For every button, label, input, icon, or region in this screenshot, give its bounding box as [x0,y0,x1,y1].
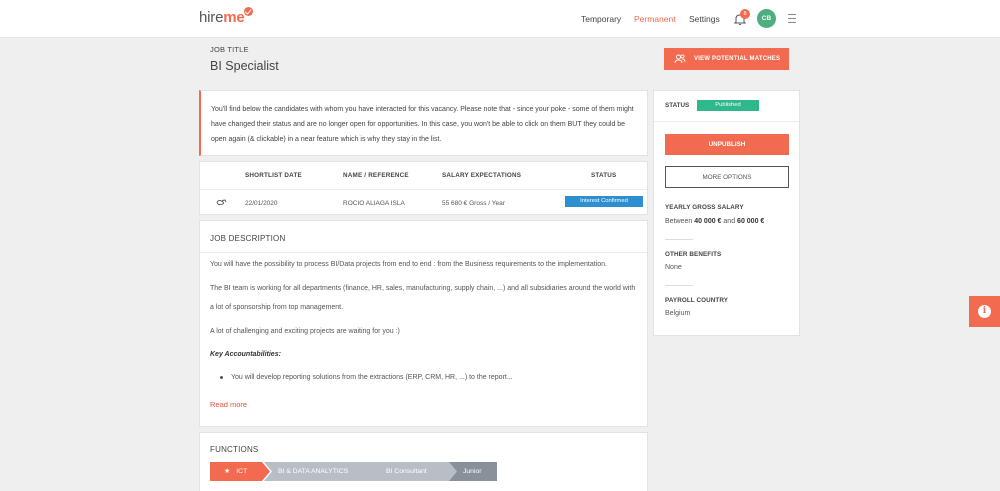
description-paragraph-2: The BI team is working for all departmen… [210,285,636,311]
yearly-gross-salary-value: Between 40 000 € and 60 000 € [665,218,764,225]
col-name-reference: NAME / REFERENCE [343,172,409,179]
vacancy-sidebar: STATUS Published UNPUBLISH MORE OPTIONS … [653,90,800,336]
status-label: STATUS [665,102,690,109]
salary-between: Between [665,218,693,225]
nav-temporary[interactable]: Temporary [581,14,621,24]
sidebar-divider [654,121,799,122]
logo-hire: hire [199,9,224,26]
col-salary-expectations: SALARY EXPECTATIONS [442,172,522,179]
top-navbar: hireme Temporary Permanent Settings 8 CB [0,0,1000,38]
candidates-notice: You'll find below the candidates with wh… [199,90,648,156]
function-ict: ★ ICT [210,462,270,481]
mini-divider [665,285,693,286]
function-bi-data-analytics-label: BI & DATA ANALYTICS [278,468,349,475]
view-potential-matches-label: VIEW POTENTIAL MATCHES [694,56,781,62]
functions-card: FUNCTIONS ★ ICT BI & DATA ANALYTICS BI Co… [199,432,648,491]
col-shortlist-date: SHORTLIST DATE [245,172,302,179]
notice-text: You'll find below the candidates with wh… [211,106,634,143]
salary-and: and [723,218,736,225]
read-more-link[interactable]: Read more [210,400,247,409]
job-title-label: JOB TITLE [210,45,249,54]
row-date: 22/01/2020 [245,200,278,207]
users-icon [674,54,686,64]
function-junior-label: Junior [463,468,482,475]
hireme-logo[interactable]: hireme [199,7,253,26]
nav-settings[interactable]: Settings [689,14,720,24]
other-benefits-label: OTHER BENEFITS [665,251,722,258]
shortlist-table: SHORTLIST DATE NAME / REFERENCE SALARY E… [199,161,648,215]
row-salary: 55 680 € Gross / Year [442,200,505,207]
table-divider [200,189,647,190]
view-potential-matches-button[interactable]: VIEW POTENTIAL MATCHES [664,48,789,70]
bullet-icon [220,376,223,379]
menu-icon[interactable] [788,14,796,23]
payroll-country-value: Belgium [665,310,691,317]
logo-me: me [223,9,245,26]
payroll-country-label: PAYROLL COUNTRY [665,297,729,304]
function-ict-label: ICT [236,468,248,475]
nav-permanent[interactable]: Permanent [634,14,676,24]
published-badge: Published [697,100,759,111]
key-accountabilities-heading: Key Accountabilities: [210,351,281,358]
more-options-button[interactable]: MORE OPTIONS [665,166,789,188]
section-divider [200,252,647,253]
unpublish-button[interactable]: UNPUBLISH [665,134,789,155]
notification-badge: 8 [740,9,750,19]
row-name[interactable]: ROCIO ALIAGA ISLA [343,200,405,207]
job-description-card: JOB DESCRIPTION You will have the possib… [199,220,648,427]
description-paragraph-1: You will have the possibility to process… [210,261,607,268]
other-benefits-value: None [665,264,682,271]
info-tab[interactable]: i [969,296,1000,327]
col-status: STATUS [591,172,617,179]
salary-min: 40 000 € [694,218,722,225]
interest-confirmed-badge: Interest Confirmed [565,196,643,207]
salary-max: 60 000 € [737,218,765,225]
mini-divider [665,239,693,240]
functions-title: FUNCTIONS [210,445,259,454]
job-description-title: JOB DESCRIPTION [210,234,286,243]
user-avatar[interactable]: CB [757,9,776,28]
description-paragraph-3: A lot of challenging and exciting projec… [210,328,400,335]
function-bi-consultant: BI Consultant [372,462,458,481]
info-icon: i [978,305,991,318]
accountability-item: You will develop reporting solutions fro… [231,374,513,381]
function-bi-data-analytics: BI & DATA ANALYTICS [264,462,384,481]
function-bi-consultant-label: BI Consultant [386,468,427,475]
yearly-gross-salary-label: YEARLY GROSS SALARY [665,204,744,211]
star-icon: ★ [224,468,231,475]
handshake-icon [216,199,227,206]
logo-check-icon [243,7,253,16]
job-title: BI Specialist [210,59,279,73]
